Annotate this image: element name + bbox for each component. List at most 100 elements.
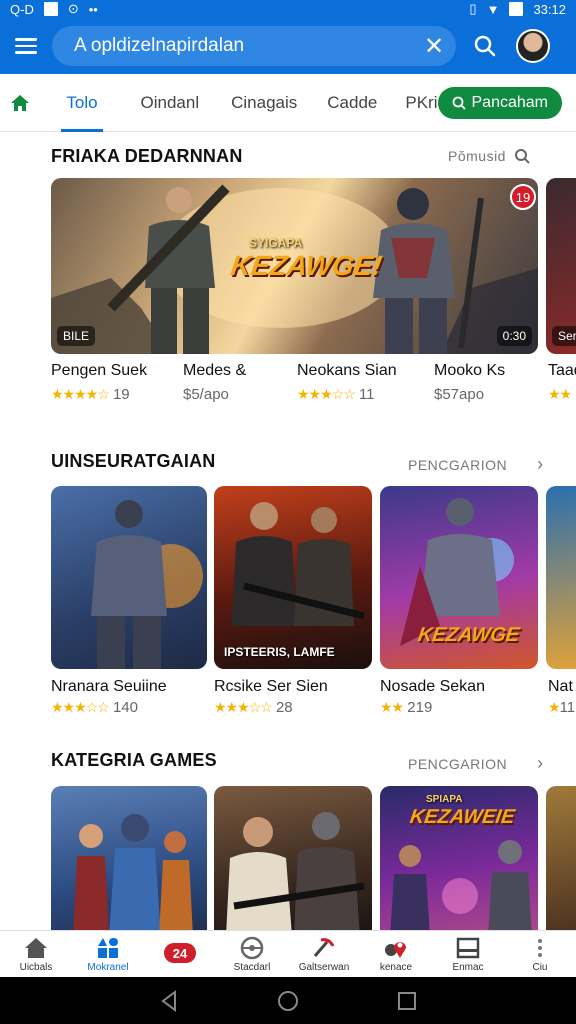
game-rating: ★★★☆☆ 11: [297, 386, 375, 403]
category-card[interactable]: SPIAPA KEZAWEIE: [380, 786, 538, 936]
home-icon: [10, 94, 29, 111]
game-price: $57apo: [434, 386, 485, 403]
card-artwork: [73, 814, 193, 936]
nav-item-location[interactable]: kenace: [360, 931, 432, 977]
game-name[interactable]: Rcsike Ser Sien: [214, 678, 328, 696]
pancaham-button[interactable]: Pancaham: [437, 86, 562, 119]
clear-search-icon[interactable]: ✕: [412, 32, 456, 61]
menu-icon: [15, 38, 37, 41]
game-name[interactable]: Nranara Seuiine: [51, 678, 167, 696]
nav-item-more[interactable]: Ciu: [504, 931, 576, 977]
star-rating-icon: ★★★★☆: [51, 386, 110, 402]
nav-label: Ciu: [532, 961, 548, 973]
notification-icon: [43, 2, 58, 16]
home-icon: [25, 937, 47, 958]
tab-tolo[interactable]: Tolo: [61, 74, 103, 132]
game-name[interactable]: Neokans Sian: [297, 362, 397, 380]
section-link-label: PENCGARION: [408, 456, 508, 473]
location-icon: [385, 941, 406, 958]
nav-label: Uicbals: [19, 961, 53, 973]
nav-item-home[interactable]: Uicbals: [0, 931, 72, 977]
card-logo: KEZAWGE: [416, 624, 521, 646]
svg-text:24: 24: [173, 946, 188, 961]
status-bar: Q-D ⊙ •• ▯ ▼ 33:12: [0, 0, 576, 18]
category-card-peek[interactable]: [546, 786, 576, 936]
nav-item-steering[interactable]: Stacdarl: [216, 931, 288, 977]
more-icon: [538, 938, 542, 957]
tab-cinagais[interactable]: Cinagais: [231, 74, 297, 132]
pickaxe-icon: [313, 937, 335, 957]
section-link-categories[interactable]: PENCGARION ›: [408, 753, 544, 774]
section-title-recommended: UINSEURATGAIAN: [51, 451, 216, 471]
nav-item-apps[interactable]: Mokranel: [72, 931, 144, 977]
tab-oindanl[interactable]: Oindanl: [141, 74, 200, 132]
search-input[interactable]: A opldizelnapirdalan ✕: [52, 26, 456, 66]
nav-label: Galtserwan: [298, 961, 350, 973]
game-rating: ★★★★☆ 19: [51, 386, 130, 403]
section-title-categories: KATEGRIA GAMES: [51, 750, 217, 770]
home-circle-icon[interactable]: [277, 990, 299, 1012]
tab-cadde[interactable]: Cadde: [327, 74, 377, 132]
wifi-icon: ▼: [486, 1, 500, 17]
banner-logo: KEZAWGE!: [228, 250, 385, 281]
section-link-label: PENCGARION: [408, 755, 508, 772]
game-card-peek[interactable]: [546, 486, 576, 669]
menu-button[interactable]: [0, 18, 52, 74]
back-icon[interactable]: [159, 989, 179, 1012]
nav-item-inbox[interactable]: Enmac: [432, 931, 504, 977]
game-name[interactable]: Nosade Sekan: [380, 678, 485, 696]
section-link-featured[interactable]: Pŏmusid: [448, 148, 530, 164]
sync-icon: ⊙: [67, 1, 79, 16]
card-logo-top: SPIAPA: [426, 794, 463, 805]
nav-label: Stacdarl: [233, 961, 271, 973]
avatar[interactable]: [516, 29, 550, 63]
game-rating: ★★ 219: [380, 699, 432, 716]
star-rating-icon: ★★: [380, 699, 404, 715]
search-button[interactable]: [456, 18, 514, 74]
chevron-right-icon: ›: [537, 753, 544, 773]
game-name[interactable]: Pengen Suek: [51, 362, 147, 380]
game-name[interactable]: Mooko Ks: [434, 362, 505, 380]
game-name[interactable]: Taad: [548, 362, 576, 380]
game-rating: ★★: [548, 386, 572, 403]
app-bar: A opldizelnapirdalan ✕: [0, 18, 576, 74]
game-rating: ★★★☆☆ 28: [214, 699, 293, 716]
game-meta: 140: [112, 699, 138, 716]
nav-item-badge[interactable]: 24: [144, 931, 216, 977]
game-price: $5/apo: [183, 386, 229, 403]
banner-badge-left: BILE: [57, 326, 96, 346]
banner-count-badge: 19: [510, 184, 536, 210]
star-rating-icon: ★★: [548, 386, 572, 402]
game-meta: 219: [407, 699, 433, 716]
category-card[interactable]: [214, 786, 372, 936]
featured-banner-peek[interactable]: Ser: [546, 178, 576, 354]
recents-icon[interactable]: [397, 991, 417, 1011]
inbox-icon: [456, 937, 480, 958]
game-meta: 11: [559, 699, 576, 716]
tab-pkri[interactable]: PKri: [405, 74, 437, 132]
game-name[interactable]: Nat: [548, 678, 573, 696]
featured-banner[interactable]: SYIGAPA KEZAWGE! BILE 0:30 19: [51, 178, 538, 354]
section-link-recommended[interactable]: PENCGARION ›: [408, 454, 544, 475]
game-card[interactable]: [51, 486, 207, 669]
chevron-right-icon: ›: [537, 454, 544, 474]
star-rating-icon: ★★★☆☆: [297, 386, 356, 402]
vibrate-icon: ▯: [469, 1, 477, 16]
nav-label: Mokranel: [87, 961, 129, 973]
game-rating: ★11: [548, 699, 575, 716]
steering-icon: [240, 936, 264, 959]
peek-badge: Ser: [552, 326, 576, 346]
bottom-navigation: Uicbals Mokranel 24 Stacdarl Galtserwan …: [0, 930, 576, 977]
game-card[interactable]: KEZAWGE: [380, 486, 538, 669]
tab-home[interactable]: [0, 74, 39, 132]
system-navigation-bar: [0, 977, 576, 1024]
category-tabs: Tolo Oindanl Cinagais Cadde PKri Pancaha…: [0, 74, 576, 132]
nav-item-tools[interactable]: Galtserwan: [288, 931, 360, 977]
game-name[interactable]: Medes &: [183, 362, 246, 380]
card-overlay-text: IPSTEERIS, LAMFE: [224, 645, 335, 659]
category-card[interactable]: [51, 786, 207, 936]
banner-duration-badge: 0:30: [496, 326, 532, 346]
dots-icon: ••: [88, 1, 98, 17]
game-card[interactable]: IPSTEERIS, LAMFE: [214, 486, 372, 669]
game-rating: ★★★☆☆ 140: [51, 699, 138, 716]
